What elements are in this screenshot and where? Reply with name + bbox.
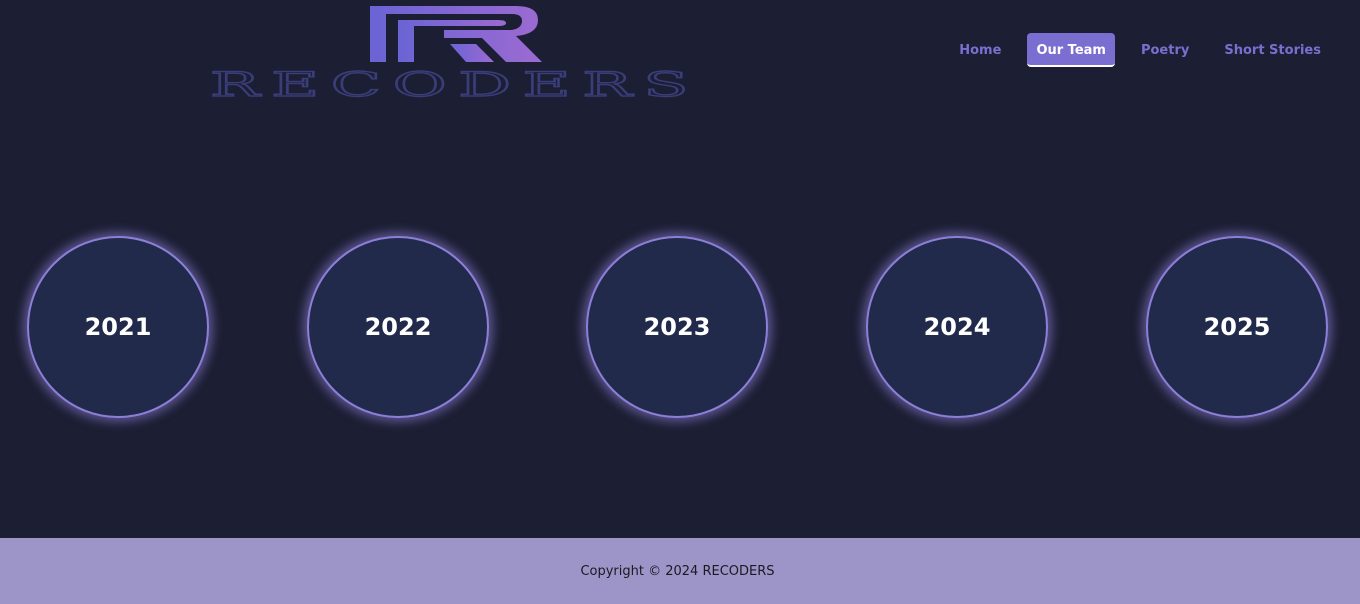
copyright-text: Copyright © 2024 RECODERS: [580, 563, 775, 579]
year-label: 2023: [643, 313, 711, 341]
nav-item-home[interactable]: Home: [950, 33, 1010, 67]
year-circle-2024[interactable]: 2024: [866, 236, 1048, 418]
year-label: 2022: [364, 313, 432, 341]
year-selector: 2021 2022 2023 2024 2025: [0, 236, 1360, 418]
recoders-logo[interactable]: RECODERS: [206, 0, 706, 104]
year-circle-2022[interactable]: 2022: [307, 236, 489, 418]
year-label: 2024: [923, 313, 991, 341]
year-circle-2025[interactable]: 2025: [1146, 236, 1328, 418]
nav-item-poetry[interactable]: Poetry: [1132, 33, 1198, 67]
nav-item-our-team[interactable]: Our Team: [1027, 33, 1115, 67]
page: RECODERS Home Our Team Poetry Short Stor…: [0, 0, 1360, 604]
main-nav: Home Our Team Poetry Short Stories: [933, 33, 1330, 67]
year-label: 2025: [1203, 313, 1271, 341]
logo-wordmark: RECODERS: [210, 65, 700, 104]
logo-graphic: RECODERS: [209, 6, 700, 104]
logo-r-mark: [370, 6, 542, 62]
year-circle-2023[interactable]: 2023: [586, 236, 768, 418]
footer: Copyright © 2024 RECODERS: [0, 538, 1360, 604]
nav-item-short-stories[interactable]: Short Stories: [1215, 33, 1330, 67]
year-label: 2021: [84, 313, 152, 341]
year-circle-2021[interactable]: 2021: [27, 236, 209, 418]
